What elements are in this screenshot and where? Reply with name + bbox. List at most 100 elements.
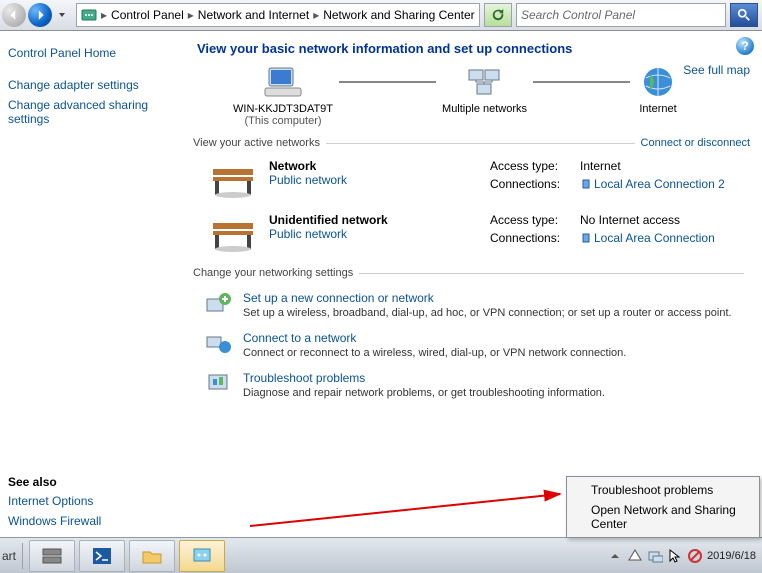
refresh-icon <box>491 8 505 22</box>
task-title[interactable]: Set up a new connection or network <box>243 291 732 305</box>
server-manager-icon <box>41 546 63 566</box>
access-type-value: No Internet access <box>580 213 680 227</box>
help-icon[interactable]: ? <box>736 37 754 55</box>
menu-item-open-network-center[interactable]: Open Network and Sharing Center <box>567 500 759 534</box>
divider <box>326 143 635 144</box>
main-panel: ? View your basic network information an… <box>185 31 762 539</box>
forward-button[interactable] <box>28 3 52 27</box>
connections-label: Connections: <box>490 177 580 191</box>
divider <box>359 273 744 274</box>
taskbar-server-manager[interactable] <box>29 540 75 572</box>
access-type-value: Internet <box>580 159 621 173</box>
network-name: Unidentified network <box>269 213 388 227</box>
internet-options-link[interactable]: Internet Options <box>8 494 93 508</box>
divider <box>22 543 23 569</box>
connections-label: Connections: <box>490 231 580 245</box>
control-panel-icon <box>81 7 97 23</box>
network-name: Network <box>269 159 347 173</box>
this-computer-sub: (This computer) <box>233 115 333 127</box>
task-title[interactable]: Connect to a network <box>243 331 626 345</box>
refresh-button[interactable] <box>484 3 512 27</box>
search-button[interactable] <box>730 3 758 27</box>
globe-icon <box>636 64 680 100</box>
taskbar-pinned <box>27 540 225 572</box>
see-also-header: See also <box>0 473 109 491</box>
connection-link[interactable]: Local Area Connection <box>594 231 715 245</box>
nav-buttons <box>0 0 74 30</box>
connect-network-icon <box>205 331 233 357</box>
network-icon <box>463 64 507 100</box>
start-fragment[interactable]: art <box>0 549 18 563</box>
search-placeholder: Search Control Panel <box>521 8 635 22</box>
task-troubleshoot: Troubleshoot problems Diagnose and repai… <box>205 371 750 399</box>
search-input[interactable]: Search Control Panel <box>516 3 726 27</box>
tray-action-center-icon[interactable] <box>627 548 643 564</box>
active-networks-section: View your active networks Connect or dis… <box>193 137 750 253</box>
chevron-down-icon <box>58 11 66 19</box>
task-desc: Set up a wireless, broadband, dial-up, a… <box>243 307 732 319</box>
change-settings-header: Change your networking settings <box>193 267 353 279</box>
taskbar-powershell[interactable] <box>79 540 125 572</box>
chevron-right-icon: ▸ <box>313 8 319 22</box>
task-setup-connection: Set up a new connection or network Set u… <box>205 291 750 319</box>
cursor-icon <box>667 548 683 564</box>
content-area: Control Panel Home Change adapter settin… <box>0 31 762 539</box>
tray-network-icon[interactable] <box>647 548 663 564</box>
breadcrumb[interactable]: Network and Internet <box>198 8 309 22</box>
windows-firewall-link[interactable]: Windows Firewall <box>8 514 101 528</box>
chevron-right-icon: ▸ <box>188 8 194 22</box>
back-button[interactable] <box>2 3 26 27</box>
task-desc: Diagnose and repair network problems, or… <box>243 387 605 399</box>
address-bar[interactable]: ▸ Control Panel ▸ Network and Internet ▸… <box>76 3 480 27</box>
connection-link[interactable]: Local Area Connection 2 <box>594 177 725 191</box>
task-desc: Connect or reconnect to a wireless, wire… <box>243 347 626 359</box>
tray-clock[interactable]: 2019/6/18 <box>707 550 756 562</box>
task-connect-network: Connect to a network Connect or reconnec… <box>205 331 750 359</box>
network-type-link[interactable]: Public network <box>269 227 388 241</box>
active-networks-header: View your active networks <box>193 137 320 149</box>
bench-icon <box>209 159 257 199</box>
chevron-right-icon: ▸ <box>101 8 107 22</box>
internet-node: Internet <box>636 64 680 127</box>
change-adapter-link[interactable]: Change adapter settings <box>8 78 139 92</box>
taskbar-control-panel[interactable] <box>179 540 225 572</box>
see-also-section: See also Internet Options Windows Firewa… <box>0 473 109 531</box>
multiple-networks-node: Multiple networks <box>442 64 527 127</box>
breadcrumb[interactable]: Network and Sharing Center <box>323 8 474 22</box>
adapter-icon <box>580 178 592 190</box>
internet-label: Internet <box>636 103 680 115</box>
taskbar-explorer[interactable] <box>129 540 175 572</box>
adapter-icon <box>580 232 592 244</box>
change-sharing-link[interactable]: Change advanced sharing settings <box>8 98 148 126</box>
change-settings-section: Change your networking settings Set up a… <box>193 267 750 399</box>
left-nav: Control Panel Home Change adapter settin… <box>0 31 185 539</box>
connect-disconnect-link[interactable]: Connect or disconnect <box>641 137 750 149</box>
network-properties: Access type:No Internet access Connectio… <box>490 213 750 253</box>
this-computer-node: WIN-KKJDT3DAT9T (This computer) <box>233 64 333 127</box>
network-type-link[interactable]: Public network <box>269 173 347 187</box>
taskbar-tray: 2019/6/18 <box>607 548 762 564</box>
access-type-label: Access type: <box>490 159 580 173</box>
computer-icon <box>261 64 305 100</box>
breadcrumb[interactable]: Control Panel <box>111 8 184 22</box>
network-map: WIN-KKJDT3DAT9T (This computer) Multiple… <box>233 64 750 127</box>
network-entry: Unidentified network Public network Acce… <box>209 213 750 253</box>
address-toolbar: ▸ Control Panel ▸ Network and Internet ▸… <box>0 0 762 31</box>
menu-item-troubleshoot[interactable]: Troubleshoot problems <box>567 480 759 500</box>
map-connector <box>339 81 436 85</box>
control-panel-home-link[interactable]: Control Panel Home <box>8 46 116 60</box>
tray-volume-icon[interactable] <box>687 548 703 564</box>
bench-icon <box>209 213 257 253</box>
search-icon <box>737 8 751 22</box>
task-title[interactable]: Troubleshoot problems <box>243 371 605 385</box>
arrow-right-icon <box>34 9 46 21</box>
explorer-icon <box>141 546 163 566</box>
powershell-icon <box>91 546 113 566</box>
this-computer-name: WIN-KKJDT3DAT9T <box>233 103 333 115</box>
tray-up-icon[interactable] <box>607 548 623 564</box>
recent-dropdown[interactable] <box>54 11 70 19</box>
network-entry: Network Public network Access type:Inter… <box>209 159 750 199</box>
control-panel-icon <box>191 546 213 566</box>
troubleshoot-icon <box>205 371 233 397</box>
network-properties: Access type:Internet Connections: Local … <box>490 159 750 199</box>
